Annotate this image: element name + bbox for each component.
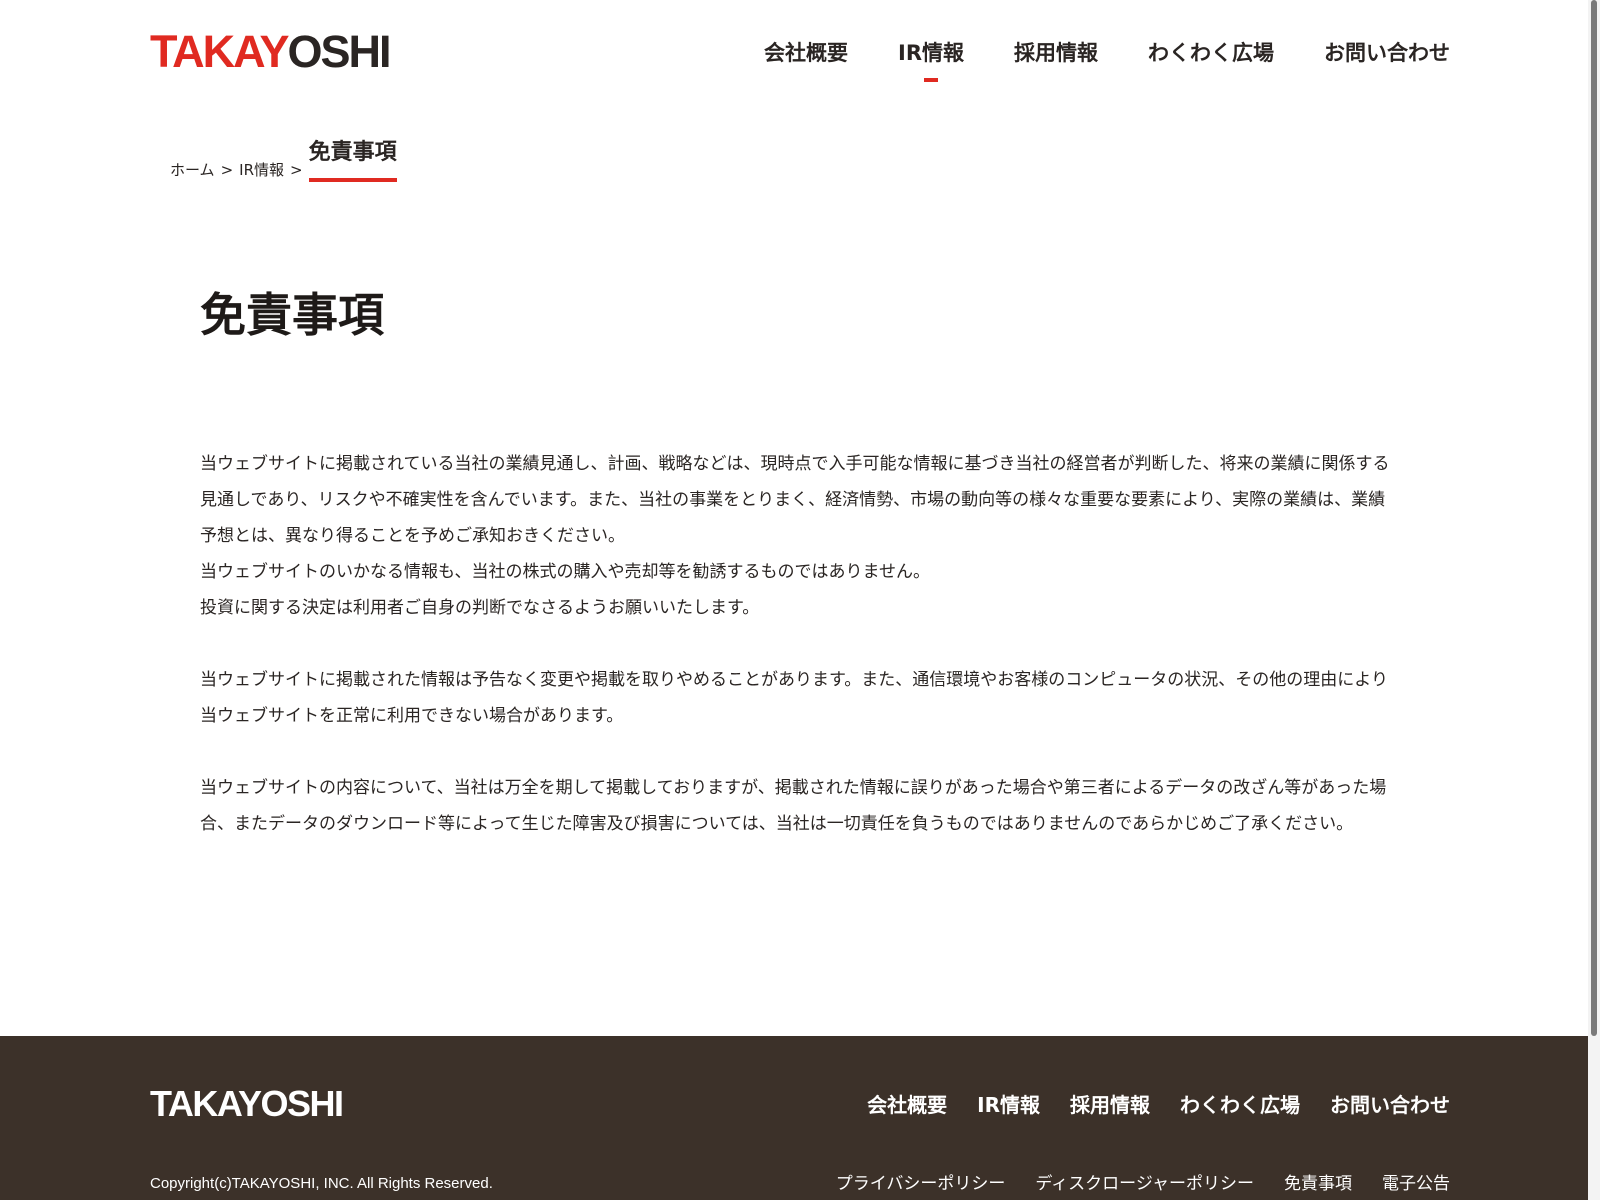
footer-nav-recruit[interactable]: 採用情報 <box>1070 1090 1150 1120</box>
disclaimer-content: 当ウェブサイトに掲載されている当社の業績見通し、計画、戦略などは、現時点で入手可… <box>200 446 1390 878</box>
logo-part-dark: OSHI <box>287 26 392 77</box>
nav-item-contact[interactable]: お問い合わせ <box>1324 38 1450 68</box>
nav-item-recruit[interactable]: 採用情報 <box>1014 38 1098 68</box>
logo-part-red: TAKAY <box>150 26 290 77</box>
nav-item-wakuwaku[interactable]: わくわく広場 <box>1148 38 1274 68</box>
footer-link-public-notice[interactable]: 電子公告 <box>1382 1172 1450 1196</box>
page: TAKAYOSHI 会社概要 IR情報 採用情報 わくわく広場 お問い合わせ ホ… <box>0 0 1600 1200</box>
nav-item-company[interactable]: 会社概要 <box>764 38 848 68</box>
paragraph-text: 当ウェブサイトの内容について、当社は万全を期して掲載しておりますが、掲載された情… <box>200 778 1387 834</box>
paragraph-text: 当ウェブサイトに掲載されている当社の業績見通し、計画、戦略などは、現時点で入手可… <box>200 454 1390 546</box>
disclaimer-paragraph: 当ウェブサイトの内容について、当社は万全を期して掲載しておりますが、掲載された情… <box>200 770 1390 842</box>
page-scrollbar[interactable] <box>1588 0 1600 1200</box>
footer-nav-company[interactable]: 会社概要 <box>867 1090 947 1120</box>
footer-nav: 会社概要 IR情報 採用情報 わくわく広場 お問い合わせ <box>867 1090 1450 1120</box>
footer-link-disclosure-policy[interactable]: ディスクロージャーポリシー <box>1035 1172 1254 1196</box>
site-footer: TAKAYOSHI 会社概要 IR情報 採用情報 わくわく広場 お問い合わせ C… <box>0 1036 1600 1200</box>
nav-item-ir[interactable]: IR情報 <box>898 38 964 82</box>
main-nav: 会社概要 IR情報 採用情報 わくわく広場 お問い合わせ <box>764 38 1450 82</box>
breadcrumb-home-link[interactable]: ホーム <box>170 158 215 182</box>
copyright-text: Copyright(c)TAKAYOSHI, INC. All Rights R… <box>150 1175 493 1192</box>
paragraph-text: 当ウェブサイトのいかなる情報も、当社の株式の購入や売却等を勧誘するものではありま… <box>200 562 930 582</box>
paragraph-text: 当ウェブサイトに掲載された情報は予告なく変更や掲載を取りやめることがあります。ま… <box>200 670 1388 726</box>
page-title: 免責事項 <box>200 288 384 342</box>
breadcrumb-separator: > <box>220 161 234 179</box>
footer-nav-wakuwaku[interactable]: わくわく広場 <box>1180 1090 1300 1120</box>
footer-nav-contact[interactable]: お問い合わせ <box>1330 1090 1450 1120</box>
footer-logo[interactable]: TAKAYOSHI <box>150 1084 344 1124</box>
breadcrumb-separator: > <box>290 161 303 179</box>
disclaimer-paragraph: 当ウェブサイトに掲載されている当社の業績見通し、計画、戦略などは、現時点で入手可… <box>200 446 1390 626</box>
footer-nav-ir[interactable]: IR情報 <box>977 1090 1040 1120</box>
footer-link-privacy-policy[interactable]: プライバシーポリシー <box>836 1172 1006 1196</box>
breadcrumb: ホーム > IR情報 > 免責事項 <box>170 138 397 182</box>
breadcrumb-ir-link[interactable]: IR情報 <box>239 158 284 182</box>
site-logo[interactable]: TAKAYOSHI <box>150 26 392 77</box>
site-header: TAKAYOSHI 会社概要 IR情報 採用情報 わくわく広場 お問い合わせ <box>0 0 1600 110</box>
paragraph-text: 投資に関する決定は利用者ご自身の判断でなさるようお願いいたします。 <box>200 598 760 618</box>
footer-sub-links: プライバシーポリシー ディスクロージャーポリシー 免責事項 電子公告 <box>836 1172 1450 1196</box>
scrollbar-thumb[interactable] <box>1591 0 1597 1036</box>
footer-link-disclaimer[interactable]: 免責事項 <box>1284 1172 1352 1196</box>
disclaimer-paragraph: 当ウェブサイトに掲載された情報は予告なく変更や掲載を取りやめることがあります。ま… <box>200 662 1390 734</box>
breadcrumb-current: 免責事項 <box>308 138 397 182</box>
